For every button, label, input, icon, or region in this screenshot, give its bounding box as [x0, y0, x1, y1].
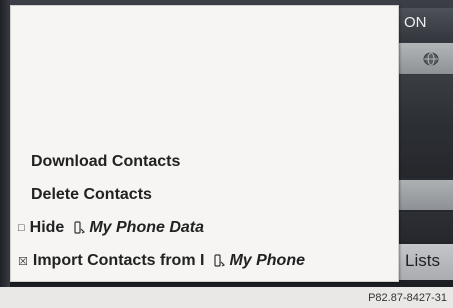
- lists-label[interactable]: Lists: [405, 251, 440, 271]
- menu-item-delete-contacts[interactable]: Delete Contacts: [11, 182, 152, 208]
- checkbox-unchecked-icon[interactable]: □: [18, 222, 25, 234]
- menu-item-label: Import Contacts from I: [32, 252, 205, 269]
- options-menu: Download Contacts Delete Contacts □ Hide…: [10, 5, 399, 282]
- menu-item-import-contacts[interactable]: ☒ Import Contacts from I My Phone: [11, 248, 305, 274]
- head-unit-screen: ON Lists Download Contacts Delete Contac…: [0, 0, 453, 287]
- menu-item-label: Download Contacts: [31, 153, 181, 170]
- background-panel: [398, 128, 453, 178]
- background-panel: [398, 212, 453, 242]
- checkbox-checked-icon[interactable]: ☒: [18, 255, 28, 268]
- phone-handset-icon: [74, 221, 86, 234]
- status-on-label: ON: [404, 14, 427, 31]
- menu-item-label: Delete Contacts: [31, 186, 152, 203]
- menu-item-source: My Phone Data: [89, 219, 205, 236]
- menu-item-label: Hide: [29, 219, 65, 236]
- menu-item-hide-my-phone-data[interactable]: □ Hide My Phone Data: [11, 215, 204, 241]
- phone-handset-icon: [214, 254, 226, 267]
- figure-caption: P82.87-8427-31: [368, 292, 447, 304]
- globe-icon: [423, 52, 439, 66]
- background-panel: [398, 75, 453, 128]
- background-selected-row[interactable]: [398, 180, 453, 210]
- menu-item-download-contacts[interactable]: Download Contacts: [11, 149, 180, 175]
- menu-item-source: My Phone: [229, 252, 305, 269]
- left-strip: [0, 0, 10, 287]
